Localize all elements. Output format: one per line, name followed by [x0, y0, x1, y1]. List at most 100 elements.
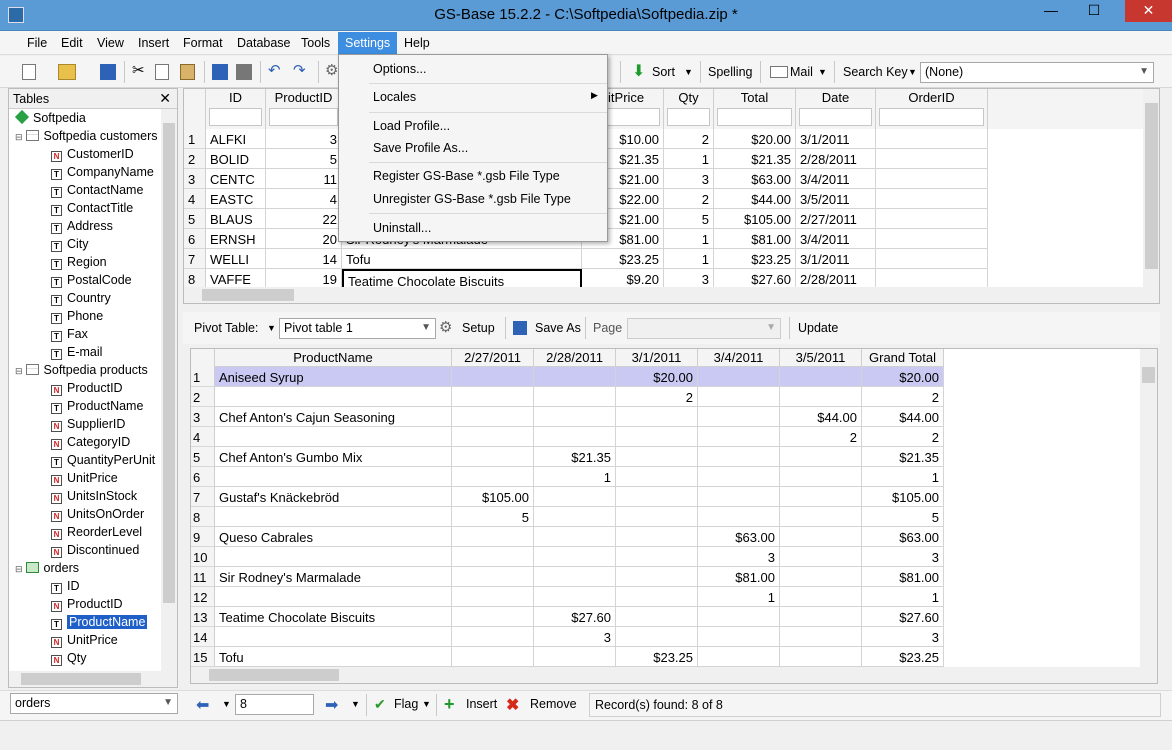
row-header[interactable]: 3 — [191, 407, 215, 427]
row-header[interactable]: 10 — [191, 547, 215, 567]
tree-field-products[interactable]: N SupplierID — [51, 417, 125, 435]
row-header[interactable]: 5 — [184, 209, 206, 229]
previous-record-icon[interactable]: ⬅ — [196, 695, 209, 715]
grid-cell[interactable]: 3/4/2011 — [796, 229, 876, 249]
pivot-cell[interactable] — [452, 467, 534, 487]
insert-button[interactable]: Insert — [466, 697, 497, 711]
tree-scroll-thumb[interactable] — [163, 123, 175, 603]
column-filter-input[interactable] — [269, 108, 338, 126]
menu-help[interactable]: Help — [397, 34, 437, 53]
grid-cell[interactable]: 3 — [664, 169, 714, 189]
mail-dropdown-icon[interactable]: ▼ — [818, 67, 827, 77]
tree-field-products[interactable]: N ReorderLevel — [51, 525, 142, 543]
menu-insert[interactable]: Insert — [131, 34, 176, 53]
tree-root[interactable]: Softpedia — [14, 109, 86, 129]
pivot-cell[interactable] — [534, 367, 616, 387]
menu-register-file-type[interactable]: Register GS-Base *.gsb File Type — [373, 169, 560, 183]
grid-cell[interactable] — [876, 149, 988, 169]
grid-cell[interactable]: 2 — [664, 129, 714, 149]
grid-cell[interactable]: 5 — [266, 149, 342, 169]
save-as-button[interactable]: Save As — [535, 321, 581, 335]
menu-database[interactable]: Database — [230, 34, 298, 53]
table-select[interactable]: orders ▼ — [10, 693, 178, 714]
grid-cell[interactable]: Teatime Chocolate Biscuits — [342, 269, 582, 289]
menu-file[interactable]: File — [20, 34, 54, 53]
row-header[interactable]: 7 — [184, 249, 206, 269]
pivot-cell[interactable] — [698, 507, 780, 527]
row-header[interactable]: 6 — [184, 229, 206, 249]
tree-hscrollbar[interactable] — [9, 671, 177, 687]
tree-field-orders[interactable]: N ProductID — [51, 597, 123, 615]
menu-save-profile[interactable]: Save Profile As... — [373, 141, 468, 155]
pivot-cell[interactable]: 2 — [862, 387, 944, 407]
pivot-cell[interactable] — [780, 367, 862, 387]
column-filter-input[interactable] — [879, 108, 984, 126]
grid-cell[interactable]: $105.00 — [714, 209, 796, 229]
tree-field-customers[interactable]: T PostalCode — [51, 273, 132, 291]
close-button[interactable]: ✕ — [1125, 0, 1172, 22]
pivot-cell[interactable]: 5 — [452, 507, 534, 527]
pivot-menu-dropdown-icon[interactable]: ▼ — [267, 323, 276, 333]
flag-dropdown-icon[interactable]: ▼ — [422, 699, 431, 709]
menu-load-profile[interactable]: Load Profile... — [373, 119, 450, 133]
update-button[interactable]: Update — [798, 321, 838, 335]
pivot-vscrollbar[interactable] — [1140, 349, 1157, 667]
pivot-cell[interactable]: 3 — [862, 547, 944, 567]
pivot-cell[interactable] — [780, 467, 862, 487]
menu-settings[interactable]: Settings — [338, 32, 398, 54]
spelling-button[interactable]: Spelling — [708, 65, 752, 79]
orders-vscroll-thumb[interactable] — [1145, 103, 1158, 269]
row-header[interactable]: 8 — [191, 507, 215, 527]
tree-field-customers[interactable]: N CustomerID — [51, 147, 134, 165]
insert-plus-icon[interactable]: + — [444, 694, 455, 715]
row-header[interactable]: 4 — [191, 427, 215, 447]
pivot-cell[interactable] — [780, 647, 862, 667]
mail-button[interactable]: Mail — [790, 65, 813, 79]
pivot-cell[interactable] — [534, 407, 616, 427]
close-icon[interactable]: ✕ — [159, 90, 171, 107]
flag-check-icon[interactable]: ✔ — [374, 696, 386, 713]
save-as-icon[interactable] — [513, 321, 527, 335]
record-number-input[interactable]: 8 — [235, 694, 314, 715]
row-header[interactable]: 4 — [184, 189, 206, 209]
pivot-cell[interactable] — [616, 547, 698, 567]
grid-cell[interactable]: $23.25 — [714, 249, 796, 269]
pivot-cell[interactable]: Aniseed Syrup — [215, 367, 452, 387]
grid-cell[interactable]: Tofu — [342, 249, 582, 269]
pivot-cell[interactable] — [616, 447, 698, 467]
pivot-cell[interactable] — [215, 387, 452, 407]
pivot-cell[interactable] — [698, 467, 780, 487]
pivot-cell[interactable] — [452, 387, 534, 407]
pivot-hscrollbar[interactable] — [191, 667, 1157, 683]
pivot-cell[interactable] — [534, 647, 616, 667]
grid-cell[interactable]: $21.35 — [714, 149, 796, 169]
pivot-cell[interactable] — [215, 467, 452, 487]
menu-uninstall[interactable]: Uninstall... — [373, 221, 431, 235]
pivot-cell[interactable] — [452, 547, 534, 567]
tree-field-orders[interactable]: N UnitPrice — [51, 633, 118, 651]
tree-field-products[interactable]: N UnitPrice — [51, 471, 118, 489]
tree-table-customers[interactable]: ⊟ Softpedia customers — [15, 129, 158, 147]
pivot-cell[interactable]: 1 — [534, 467, 616, 487]
pivot-column-header[interactable]: 3/1/2011 — [616, 349, 698, 367]
pivot-cell[interactable]: $63.00 — [862, 527, 944, 547]
grid-cell[interactable]: EASTC — [206, 189, 266, 209]
pivot-cell[interactable] — [534, 527, 616, 547]
pivot-hscroll-thumb[interactable] — [209, 669, 339, 681]
pivot-cell[interactable] — [780, 627, 862, 647]
pivot-cell[interactable]: Tofu — [215, 647, 452, 667]
grid-cell[interactable]: 1 — [664, 149, 714, 169]
pivot-cell[interactable] — [452, 407, 534, 427]
pivot-cell[interactable] — [698, 407, 780, 427]
grid-cell[interactable]: 22 — [266, 209, 342, 229]
search-key-select[interactable]: (None) ▼ — [920, 62, 1154, 83]
pivot-cell[interactable] — [780, 487, 862, 507]
grid-cell[interactable]: $44.00 — [714, 189, 796, 209]
search-key-dropdown-icon[interactable]: ▼ — [908, 67, 917, 77]
row-header[interactable]: 2 — [191, 387, 215, 407]
tree-field-products[interactable]: N Discontinued — [51, 543, 139, 561]
tree-field-products[interactable]: N UnitsOnOrder — [51, 507, 144, 525]
grid-cell[interactable]: 3/5/2011 — [796, 189, 876, 209]
menu-options[interactable]: Options... — [373, 62, 427, 76]
pivot-cell[interactable] — [215, 547, 452, 567]
